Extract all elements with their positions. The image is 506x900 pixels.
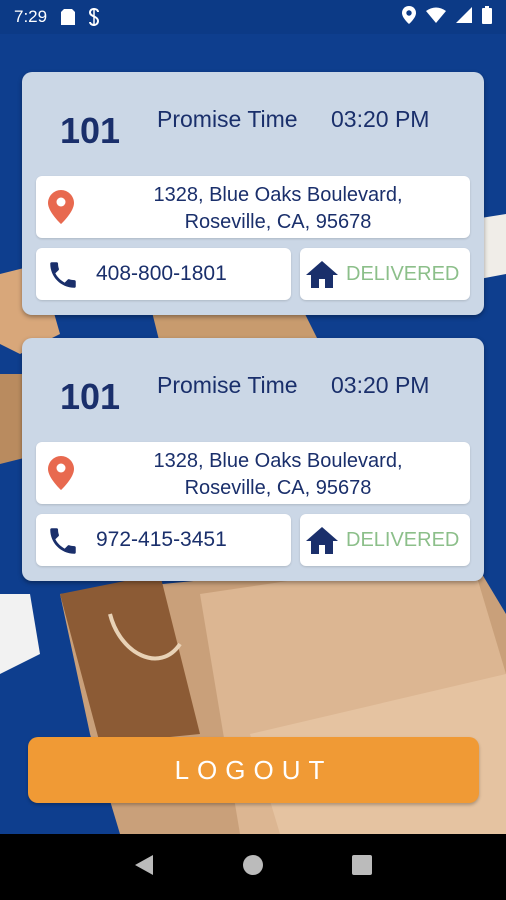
location-pin-icon — [48, 456, 74, 495]
battery-icon — [482, 5, 492, 29]
order-card[interactable]: 101 Promise Time 03:20 PM 1328, Blue Oak… — [22, 72, 484, 315]
location-icon — [402, 5, 416, 29]
promise-time-label: Promise Time — [157, 106, 298, 132]
address-line-1: 1328, Blue Oaks Boulevard, — [153, 184, 403, 206]
address-line-1: 1328, Blue Oaks Boulevard, — [153, 450, 403, 472]
promise-time-value: 03:20 PM — [331, 106, 430, 132]
wifi-icon — [426, 7, 446, 28]
sd-card-icon — [61, 9, 76, 25]
signal-icon — [456, 6, 472, 28]
back-icon[interactable] — [133, 853, 155, 882]
home-icon — [304, 525, 340, 560]
order-number: 101 — [60, 110, 121, 151]
address-line-2: Roseville, CA, 95678 — [184, 477, 372, 499]
delivery-status-box[interactable]: DELIVERED — [300, 514, 470, 566]
phone-number: 408-800-1801 — [96, 262, 227, 285]
phone-box[interactable]: 972-415-3451 — [36, 514, 291, 566]
delivery-status-box[interactable]: DELIVERED — [300, 248, 470, 300]
order-card[interactable]: 101 Promise Time 03:20 PM 1328, Blue Oak… — [22, 338, 484, 581]
phone-icon — [46, 524, 80, 563]
home-icon — [304, 259, 340, 294]
phone-icon — [46, 258, 80, 297]
promise-time-label: Promise Time — [157, 372, 298, 398]
delivery-status: DELIVERED — [346, 263, 460, 285]
address-box[interactable]: 1328, Blue Oaks Boulevard, Roseville, CA… — [36, 176, 470, 238]
phone-box[interactable]: 408-800-1801 — [36, 248, 291, 300]
promise-time-value: 03:20 PM — [331, 372, 430, 398]
recents-icon[interactable] — [351, 854, 373, 881]
delivery-status: DELIVERED — [346, 529, 460, 551]
navigation-bar — [0, 834, 506, 900]
order-number: 101 — [60, 376, 121, 417]
location-pin-icon — [48, 190, 74, 229]
address-line-2: Roseville, CA, 95678 — [184, 211, 372, 233]
logout-button[interactable]: LOGOUT — [28, 737, 479, 803]
status-bar: 7:29 — [0, 0, 506, 34]
address-text: 1328, Blue Oaks Boulevard, Roseville, CA… — [96, 448, 460, 502]
phone-number: 972-415-3451 — [96, 528, 227, 551]
status-time: 7:29 — [14, 7, 48, 26]
address-box[interactable]: 1328, Blue Oaks Boulevard, Roseville, CA… — [36, 442, 470, 504]
address-text: 1328, Blue Oaks Boulevard, Roseville, CA… — [96, 182, 460, 236]
s-sync-icon — [87, 8, 101, 26]
home-button-icon[interactable] — [242, 854, 264, 881]
